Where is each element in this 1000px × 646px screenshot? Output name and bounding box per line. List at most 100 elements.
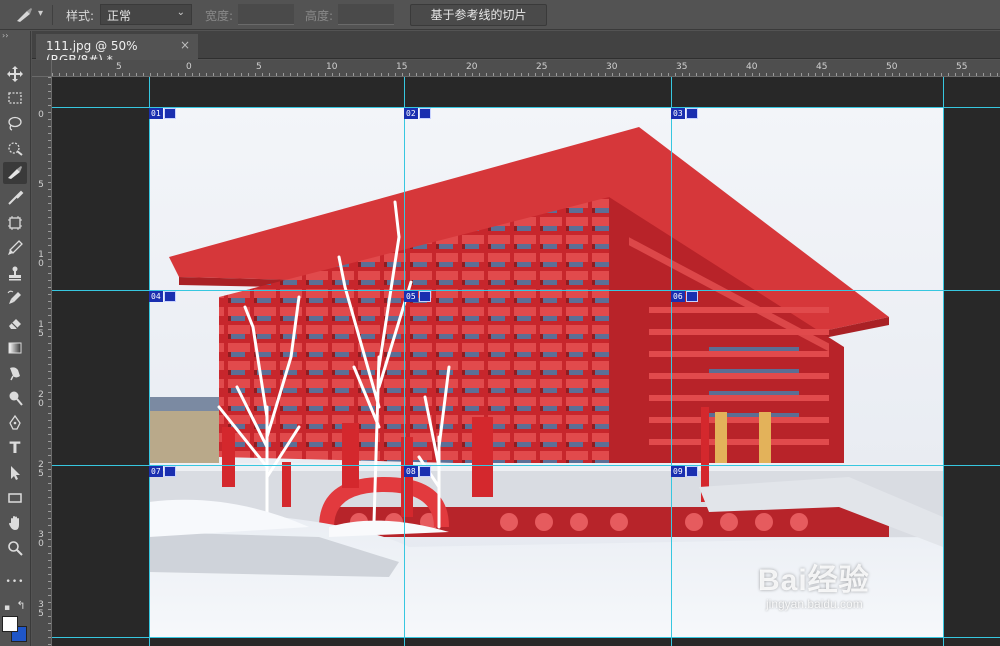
guide-horizontal[interactable] bbox=[52, 465, 1000, 466]
ruler-tick bbox=[48, 539, 51, 540]
slice-tag[interactable]: 07 bbox=[149, 466, 176, 477]
ruler-tick bbox=[48, 168, 51, 169]
ruler-tick bbox=[48, 196, 51, 197]
baidu-watermark: Bai经验 jingyan.baidu.com bbox=[758, 555, 870, 611]
ruler-tick bbox=[48, 427, 51, 428]
lasso-icon[interactable] bbox=[3, 112, 27, 134]
tools-panel: ›› T ••• ▪ ↰ bbox=[0, 31, 31, 646]
eyedropper-icon[interactable] bbox=[3, 187, 27, 209]
ruler-tick bbox=[48, 385, 51, 386]
gradient-icon[interactable] bbox=[3, 337, 27, 359]
zoom-icon[interactable] bbox=[3, 537, 27, 559]
ruler-tick bbox=[48, 154, 51, 155]
slice-icon[interactable] bbox=[3, 162, 27, 184]
ruler-label: 15 bbox=[396, 62, 408, 72]
slice-tag[interactable]: 01 bbox=[149, 108, 176, 119]
rectangle-icon[interactable] bbox=[3, 487, 27, 509]
ruler-tick bbox=[731, 73, 732, 76]
slice-tag[interactable]: 03 bbox=[671, 108, 698, 119]
vertical-ruler[interactable]: 0 5 1 0 1 5 2 0 2 5 3 0 3 5 bbox=[32, 77, 52, 646]
ruler-tick bbox=[48, 112, 51, 113]
ruler-origin[interactable] bbox=[32, 60, 52, 77]
width-field[interactable] bbox=[238, 4, 294, 25]
pen-icon[interactable] bbox=[3, 412, 27, 434]
ruler-tick bbox=[48, 329, 51, 330]
slice-tag[interactable]: 04 bbox=[149, 291, 176, 302]
image-slice-icon bbox=[163, 108, 176, 119]
tool-preset-chevron-icon[interactable]: ▾ bbox=[38, 8, 43, 19]
ruler-tick bbox=[864, 73, 865, 76]
ruler-tick bbox=[493, 73, 494, 76]
panel-grip-icon[interactable]: ›› bbox=[0, 31, 31, 41]
ruler-tick bbox=[48, 490, 51, 491]
ruler-tick bbox=[591, 73, 592, 76]
ruler-label: 30 bbox=[606, 62, 618, 72]
guide-vertical[interactable] bbox=[943, 77, 944, 646]
slice-tag[interactable]: 05 bbox=[404, 291, 431, 302]
swap-colors-icon[interactable]: ↰ bbox=[14, 595, 28, 617]
ruler-tick bbox=[689, 73, 690, 76]
quick-select-icon[interactable] bbox=[3, 137, 27, 159]
more-icon[interactable]: ••• bbox=[3, 571, 27, 593]
document-tab[interactable]: 111.jpg @ 50%(RGB/8#) * × bbox=[36, 34, 198, 67]
ruler-tick bbox=[48, 322, 51, 323]
guide-vertical[interactable] bbox=[671, 77, 672, 646]
hand-icon[interactable] bbox=[3, 512, 27, 534]
ruler-tick bbox=[48, 413, 51, 414]
ruler-tick bbox=[59, 73, 60, 76]
ruler-label: 1 0 bbox=[38, 250, 44, 269]
ruler-tick bbox=[94, 73, 95, 76]
ruler-label: 35 bbox=[676, 62, 688, 72]
slice-tag[interactable]: 06 bbox=[671, 291, 698, 302]
path-select-icon[interactable] bbox=[3, 462, 27, 484]
ruler-tick bbox=[549, 73, 550, 76]
ruler-tick bbox=[48, 630, 51, 631]
move-icon[interactable] bbox=[3, 63, 27, 85]
guide-horizontal[interactable] bbox=[52, 107, 1000, 108]
ruler-tick bbox=[101, 73, 102, 76]
slice-tag[interactable]: 02 bbox=[404, 108, 431, 119]
guide-vertical[interactable] bbox=[404, 77, 405, 646]
ruler-tick bbox=[871, 73, 872, 76]
guide-horizontal[interactable] bbox=[52, 290, 1000, 291]
dodge-icon[interactable] bbox=[3, 387, 27, 409]
slice-tag[interactable]: 08 bbox=[404, 466, 431, 477]
slice-tag[interactable]: 09 bbox=[671, 466, 698, 477]
ruler-tick bbox=[850, 73, 851, 76]
marquee-icon[interactable] bbox=[3, 87, 27, 109]
document-canvas[interactable]: 01 02 03 04 05 06 07 08 09 Bai经验 jingyan… bbox=[52, 77, 1000, 646]
slice-tool-icon[interactable] bbox=[14, 6, 34, 24]
ruler-tick bbox=[248, 73, 249, 76]
height-field[interactable] bbox=[338, 4, 394, 25]
ruler-tick bbox=[605, 73, 606, 76]
ruler-tick bbox=[48, 189, 51, 190]
ruler-tick bbox=[857, 73, 858, 76]
ruler-tick bbox=[48, 525, 51, 526]
type-icon[interactable]: T bbox=[3, 437, 27, 459]
smudge-icon[interactable] bbox=[3, 362, 27, 384]
close-icon[interactable]: × bbox=[180, 38, 190, 52]
ruler-tick bbox=[577, 73, 578, 76]
ruler-tick bbox=[374, 73, 375, 76]
frame-icon[interactable] bbox=[3, 212, 27, 234]
style-select[interactable]: 正常 ⌄ bbox=[100, 4, 192, 25]
slices-from-guides-button[interactable]: 基于参考线的切片 bbox=[410, 4, 547, 26]
guide-horizontal[interactable] bbox=[52, 637, 1000, 638]
ruler-tick bbox=[48, 308, 51, 309]
ruler-tick bbox=[773, 73, 774, 76]
ruler-tick bbox=[255, 73, 256, 76]
ruler-tick bbox=[339, 73, 340, 76]
history-brush-icon[interactable] bbox=[3, 287, 27, 309]
ruler-tick bbox=[612, 73, 613, 76]
eraser-icon[interactable] bbox=[3, 312, 27, 334]
guide-vertical[interactable] bbox=[149, 77, 150, 646]
ruler-tick bbox=[80, 73, 81, 76]
ruler-tick bbox=[465, 73, 466, 76]
horizontal-ruler[interactable]: 5051015202530354045505560 bbox=[52, 60, 1000, 77]
ruler-tick bbox=[507, 73, 508, 76]
slice-number: 08 bbox=[404, 466, 418, 477]
brush-icon[interactable] bbox=[3, 237, 27, 259]
ruler-tick bbox=[927, 73, 928, 76]
foreground-color-swatch[interactable] bbox=[2, 616, 18, 632]
stamp-icon[interactable] bbox=[3, 262, 27, 284]
